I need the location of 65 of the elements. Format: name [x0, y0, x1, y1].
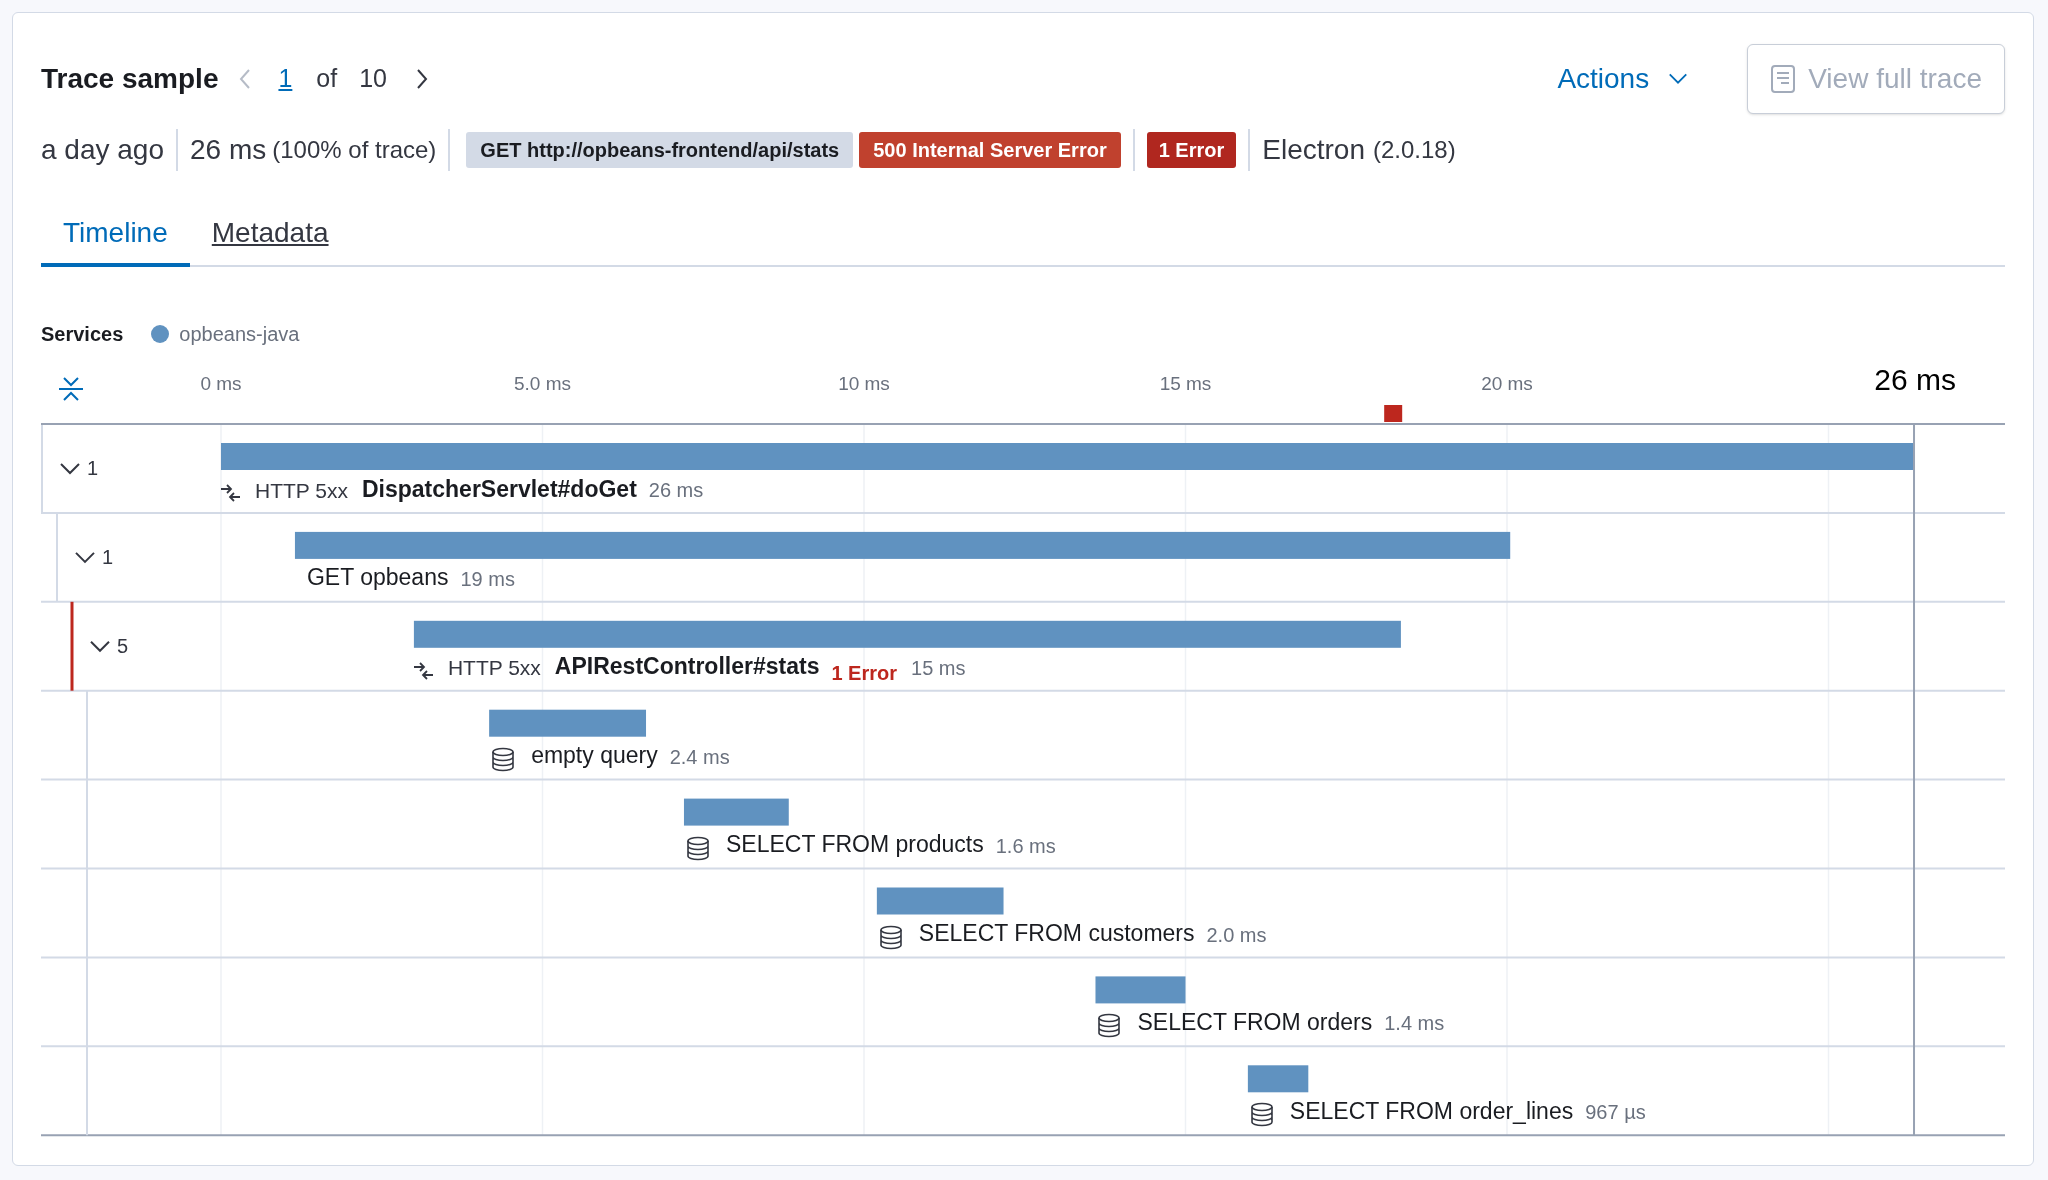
arrows-icon — [413, 660, 434, 681]
span-duration: 2.0 ms — [1206, 922, 1267, 948]
span-name[interactable]: APIRestController#stats — [554, 649, 820, 684]
pager-text: of — [316, 63, 338, 95]
trace-age: a day ago — [41, 133, 164, 167]
chevron-icon[interactable] — [75, 551, 95, 564]
database-icon — [1097, 1013, 1122, 1039]
span-name[interactable]: SELECT FROM products — [725, 827, 984, 862]
actions-button[interactable]: Actions — [1549, 49, 1698, 109]
span-bar[interactable] — [413, 620, 1401, 648]
span-bar[interactable] — [489, 709, 646, 737]
child-count: 1 — [87, 457, 99, 479]
error-badge: 1 Error — [1146, 132, 1237, 168]
database-icon — [1249, 1102, 1274, 1128]
span-duration: 15 ms — [911, 655, 966, 681]
span-name[interactable]: DispatcherServlet#doGet — [361, 471, 637, 506]
tab[interactable]: Timeline — [41, 203, 190, 267]
database-icon — [878, 924, 903, 950]
child-count: 1 — [102, 545, 114, 568]
span-bar[interactable] — [1247, 1065, 1309, 1093]
axis-tick-label: 5.0 ms — [514, 373, 571, 394]
panel-title: Trace sample — [41, 62, 219, 96]
span-duration: 19 ms — [460, 566, 515, 592]
axis-tick-label: 0 ms — [200, 373, 242, 394]
span-bar[interactable] — [1095, 976, 1186, 1004]
span-duration: 1.4 ms — [1384, 1011, 1445, 1037]
span-duration: 2.4 ms — [669, 744, 730, 770]
span-name[interactable]: SELECT FROM customers — [918, 916, 1195, 951]
collapse-icon[interactable] — [58, 377, 84, 401]
span-bar[interactable] — [876, 887, 1004, 915]
span-bar[interactable] — [683, 798, 789, 826]
service-name: opbeans-java — [179, 322, 300, 347]
span-duration: 967 µs — [1585, 1100, 1646, 1126]
legend-title: Services — [41, 322, 124, 347]
child-count: 5 — [117, 634, 129, 657]
span-name[interactable]: empty query — [531, 738, 658, 773]
trace-duration: 26 ms — [190, 133, 267, 167]
span-status: HTTP 5xx — [447, 655, 541, 682]
chevron-icon[interactable] — [60, 463, 80, 475]
error-marker[interactable] — [1384, 405, 1403, 422]
span-name[interactable]: SELECT FROM order_lines — [1289, 1093, 1574, 1129]
arrows-icon — [221, 483, 241, 503]
tab[interactable]: Metadata — [189, 203, 351, 267]
span-duration: 26 ms — [648, 478, 704, 503]
current-page-link[interactable]: 1 — [278, 60, 293, 98]
span-name[interactable]: SELECT FROM orders — [1137, 1004, 1373, 1040]
error-count: 1 Error — [831, 660, 898, 686]
url-badge: GET http://opbeans-frontend/api/stats — [466, 132, 854, 168]
span-status: HTTP 5xx — [255, 477, 348, 504]
agent-version: (2.0.18) — [1373, 135, 1456, 165]
span-bar[interactable] — [294, 531, 1511, 559]
chevron-icon[interactable] — [90, 640, 110, 653]
document-icon — [1770, 64, 1797, 94]
page-count: 10 — [359, 63, 388, 95]
url-badge: 500 Internal Server Error — [859, 132, 1121, 168]
trace-share: (100% of trace) — [272, 135, 437, 165]
axis-tick-label: 15 ms — [1159, 373, 1212, 394]
span-name[interactable]: GET opbeans — [306, 560, 449, 595]
total-duration: 26 ms — [1874, 363, 1956, 396]
database-icon — [685, 835, 710, 861]
axis-tick-label: 10 ms — [838, 373, 890, 394]
axis-tick-label: 20 ms — [1481, 373, 1533, 394]
span-duration: 1.6 ms — [995, 833, 1056, 859]
agent-name: Electron — [1262, 133, 1365, 167]
database-icon — [491, 746, 516, 772]
